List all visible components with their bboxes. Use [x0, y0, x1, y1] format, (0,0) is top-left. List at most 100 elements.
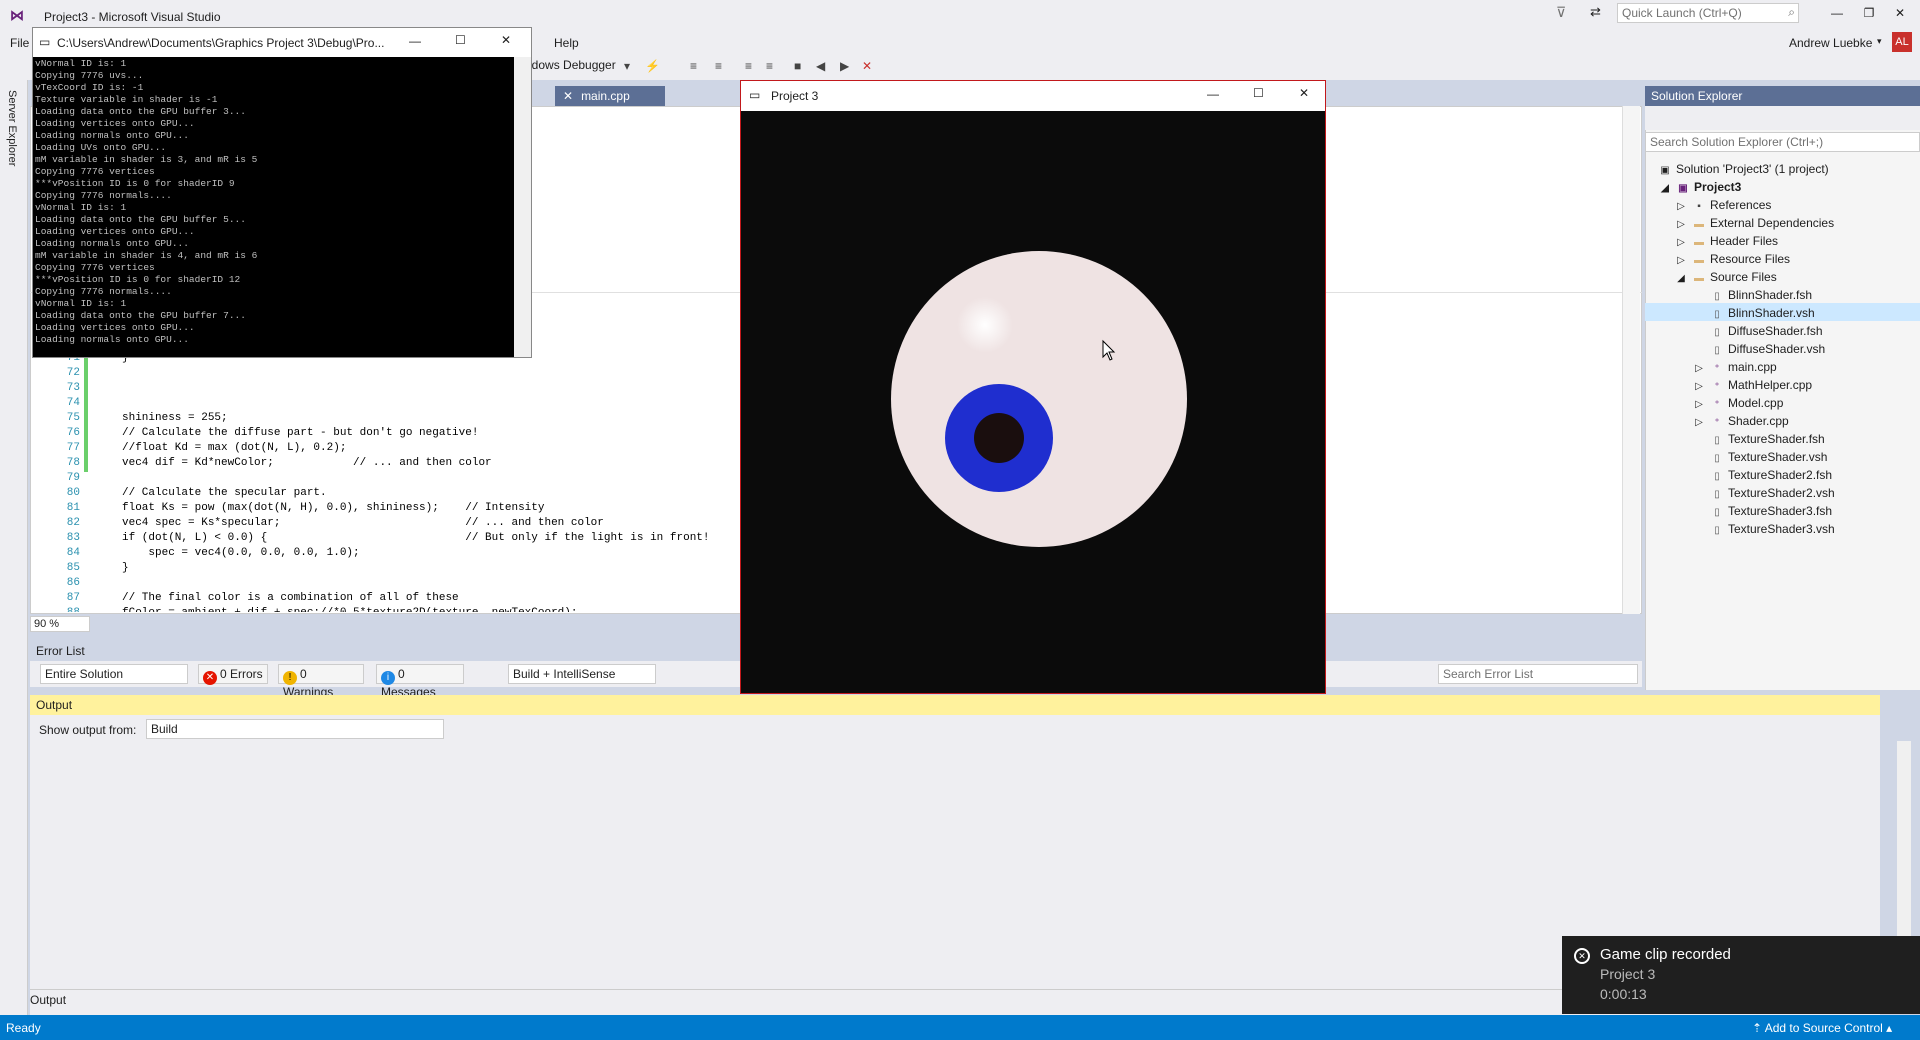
close-button[interactable]: ✕: [501, 33, 511, 47]
tree-file[interactable]: ▷ ⁺ Shader.cpp: [1692, 412, 1789, 430]
close-button[interactable]: ✕: [1890, 6, 1910, 22]
tree-file[interactable]: ▯ TextureShader3.fsh: [1692, 502, 1832, 520]
tree-file[interactable]: ▷ ⁺ MathHelper.cpp: [1692, 376, 1812, 394]
outdent-icon[interactable]: ≡: [715, 59, 722, 73]
tree-file[interactable]: ▷ ⁺ main.cpp: [1692, 358, 1777, 376]
collapse-icon[interactable]: ◢: [1658, 180, 1672, 198]
minimize-button[interactable]: —: [409, 34, 421, 48]
search-icon: ⌕: [1788, 5, 1795, 19]
menu-file[interactable]: File: [10, 36, 29, 50]
error-list-search[interactable]: Search Error List: [1438, 664, 1638, 684]
tree-file[interactable]: ▯ TextureShader2.fsh: [1692, 466, 1832, 484]
minimize-button[interactable]: —: [1827, 6, 1847, 22]
tree-file[interactable]: ▯ BlinnShader.fsh: [1692, 286, 1812, 304]
next-bookmark-icon[interactable]: ▶: [840, 59, 849, 73]
close-button[interactable]: ✕: [1299, 86, 1309, 100]
tab-close-icon[interactable]: ✕: [563, 89, 573, 103]
tree-file[interactable]: ▯ TextureShader.fsh: [1692, 430, 1825, 448]
bookmark-icon[interactable]: ■: [794, 59, 801, 73]
errors-filter-button[interactable]: ✕ 0 Errors: [198, 664, 268, 685]
uncomment-icon[interactable]: ≡: [766, 59, 773, 73]
tree-node[interactable]: ▷ ▬ External Dependencies: [1674, 214, 1834, 232]
show-output-label: Show output from:: [39, 723, 137, 737]
filter-icon[interactable]: ⊽: [1556, 4, 1566, 21]
minimize-button[interactable]: —: [1207, 87, 1219, 101]
feedback-icon[interactable]: ⇄: [1590, 4, 1601, 20]
tree-file[interactable]: ▯ BlinnShader.vsh: [1692, 304, 1815, 322]
solution-node[interactable]: ▣ Solution 'Project3' (1 project): [1658, 160, 1828, 178]
project-node[interactable]: ◢ ▣ Project3: [1658, 178, 1741, 196]
code-line[interactable]: // Calculate the specular part.: [122, 487, 327, 499]
tree-file[interactable]: ▯ TextureShader.vsh: [1692, 448, 1827, 466]
game-clip-toast[interactable]: ✕ Game clip recorded Project 3 0:00:13: [1562, 936, 1920, 1014]
tree-node[interactable]: ◢ ▬ Source Files: [1674, 268, 1777, 286]
user-name[interactable]: Andrew Luebke: [1789, 36, 1872, 50]
chevron-down-icon[interactable]: ▾: [1877, 36, 1882, 47]
tab-output[interactable]: Output: [30, 993, 66, 1007]
line-number: 74: [66, 397, 80, 409]
console-line: Loading normals onto GPU...: [35, 130, 189, 141]
code-line[interactable]: fColor = ambient + dif + spec;//*0.5*tex…: [122, 607, 577, 612]
tree-file-label: TextureShader2.fsh: [1728, 468, 1833, 482]
code-line[interactable]: vec4 dif = Kd*newColor; // ... and then …: [122, 457, 492, 469]
code-line[interactable]: if (dot(N, L) < 0.0) { // But only if th…: [122, 532, 710, 544]
code-line[interactable]: vec4 spec = Ks*specular; // ... and then…: [122, 517, 604, 529]
project3-title: Project 3: [771, 89, 819, 103]
tree-node[interactable]: ▷ ▪ References: [1674, 196, 1771, 214]
collapse-icon[interactable]: ◢: [1674, 270, 1688, 288]
debugger-dropdown[interactable]: ndows Debugger: [525, 58, 616, 72]
comment-icon[interactable]: ≡: [745, 59, 752, 73]
prev-bookmark-icon[interactable]: ◀: [816, 59, 825, 73]
tree-file[interactable]: ▯ DiffuseShader.vsh: [1692, 340, 1825, 358]
console-line: Copying 7776 vertices: [35, 166, 155, 177]
code-line[interactable]: // The final color is a combination of a…: [122, 592, 459, 604]
chevron-down-icon[interactable]: ▾: [624, 59, 630, 73]
code-line[interactable]: float Ks = pow (max(dot(N, H), 0.0), shi…: [122, 502, 544, 514]
output-source-select[interactable]: Build: [146, 719, 444, 739]
line-number: 84: [66, 547, 80, 559]
console-scrollbar[interactable]: [514, 57, 531, 357]
maximize-button[interactable]: ☐: [1253, 86, 1264, 100]
avatar[interactable]: AL: [1892, 32, 1912, 52]
maximize-button[interactable]: ☐: [455, 33, 466, 47]
tree-file[interactable]: ▯ TextureShader3.vsh: [1692, 520, 1835, 538]
project3-window[interactable]: ▭ Project 3 — ☐ ✕: [740, 80, 1326, 694]
project3-titlebar[interactable]: ▭ Project 3 — ☐ ✕: [741, 81, 1325, 111]
clear-bookmarks-icon[interactable]: ✕: [862, 59, 872, 73]
solution-explorer-search[interactable]: Search Solution Explorer (Ctrl+;): [1645, 132, 1920, 152]
console-line: Loading vertices onto GPU...: [35, 322, 195, 333]
code-line[interactable]: spec = vec4(0.0, 0.0, 0.0, 1.0);: [122, 547, 359, 559]
console-window[interactable]: ▭ C:\Users\Andrew\Documents\Graphics Pro…: [32, 27, 532, 358]
editor-scrollbar[interactable]: [1622, 106, 1640, 614]
tab-main-cpp[interactable]: ✕ main.cpp: [555, 86, 665, 106]
tree-file[interactable]: ▯ DiffuseShader.fsh: [1692, 322, 1822, 340]
indent-icon[interactable]: ≡: [690, 59, 697, 73]
messages-filter-button[interactable]: i0 Messages: [376, 664, 464, 699]
tree-node[interactable]: ▷ ▬ Header Files: [1674, 232, 1778, 250]
console-line: Copying 7776 vertices: [35, 262, 155, 273]
tree-node[interactable]: ▷ ▬ Resource Files: [1674, 250, 1790, 268]
quick-launch-input[interactable]: Quick Launch (Ctrl+Q) ⌕: [1617, 3, 1799, 23]
error-list-search-placeholder: Search Error List: [1443, 667, 1534, 681]
menu-help[interactable]: Help: [554, 36, 579, 50]
code-line[interactable]: shininess = 255;: [122, 412, 228, 424]
error-scope-select[interactable]: Entire Solution: [40, 664, 188, 684]
render-canvas[interactable]: [741, 111, 1325, 693]
tree-file-label: TextureShader2.vsh: [1728, 486, 1835, 500]
tree-file[interactable]: ▷ ⁺ Model.cpp: [1692, 394, 1783, 412]
console-titlebar[interactable]: ▭ C:\Users\Andrew\Documents\Graphics Pro…: [33, 28, 531, 57]
server-explorer-tab[interactable]: Server Explorer: [6, 90, 18, 166]
toast-title: Game clip recorded: [1600, 946, 1731, 963]
attach-icon[interactable]: ⚡: [645, 59, 660, 73]
tree-file[interactable]: ▯ TextureShader2.vsh: [1692, 484, 1835, 502]
build-filter-select[interactable]: Build + IntelliSense: [508, 664, 656, 684]
zoom-select[interactable]: 90 %: [30, 616, 90, 632]
code-line[interactable]: //float Kd = max (dot(N, L), 0.2);: [122, 442, 346, 454]
console-line: Loading normals onto GPU...: [35, 238, 189, 249]
add-to-source-control-button[interactable]: ⇡ Add to Source Control ▴: [1752, 1021, 1892, 1035]
code-content[interactable]: } shininess = 255; // Calculate the diffus…: [122, 352, 842, 612]
warnings-filter-button[interactable]: ! 0 Warnings: [278, 664, 364, 699]
restore-button[interactable]: ❐: [1859, 6, 1879, 22]
code-line[interactable]: }: [122, 562, 129, 574]
code-line[interactable]: // Calculate the diffuse part - but don'…: [122, 427, 478, 439]
